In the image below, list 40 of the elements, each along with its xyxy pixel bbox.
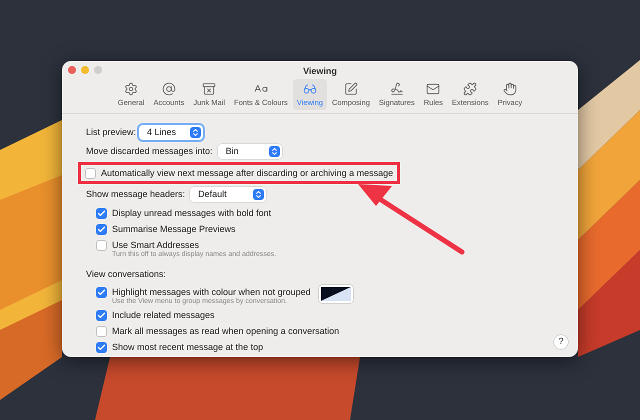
puzzle-icon <box>463 82 478 96</box>
checkbox[interactable] <box>96 342 107 354</box>
chevron-icon <box>190 126 202 138</box>
option-label: Include related messages <box>112 309 215 322</box>
hand-icon <box>502 82 517 96</box>
glasses-icon <box>302 82 317 96</box>
option-label: Summarise Message Previews <box>112 222 236 236</box>
gear-icon <box>124 82 138 96</box>
popup-button[interactable]: Default <box>190 187 266 202</box>
checkbox[interactable] <box>96 286 107 298</box>
option-label: Mark all messages as read when opening a conversation <box>112 325 340 338</box>
popup-button[interactable]: Bin <box>218 144 282 159</box>
option-label: Use Smart Addresses <box>112 238 200 250</box>
option-label: Show most recent message at the top <box>112 341 264 354</box>
chevron-icon <box>253 189 264 200</box>
list-preview-label: List preview: <box>86 126 136 139</box>
checkbox[interactable] <box>96 208 107 219</box>
window-title: Viewing <box>303 65 337 78</box>
swatch-colour-icon <box>320 287 351 302</box>
pencil-square-icon <box>344 82 358 96</box>
popup-button[interactable]: 4 Lines <box>139 124 204 140</box>
signature-icon <box>390 82 404 96</box>
option-label: Display unread messages with bold font <box>112 206 272 220</box>
checkbox[interactable] <box>96 224 107 235</box>
checkbox[interactable] <box>96 240 107 251</box>
conversations-label: View conversations: <box>86 268 167 281</box>
checkbox[interactable] <box>85 168 96 179</box>
close-button[interactable] <box>68 66 76 74</box>
chevron-icon <box>268 146 280 157</box>
trash-box-icon <box>202 82 216 96</box>
move-discarded-label: Move discarded messages into: <box>86 144 213 158</box>
checkbox[interactable] <box>96 310 107 322</box>
headers-label: Show message headers: <box>86 188 186 201</box>
checkbox[interactable] <box>96 326 107 338</box>
help-button[interactable]: ? <box>554 335 568 349</box>
colour-swatch[interactable] <box>318 285 353 304</box>
at-sign-icon <box>162 82 176 96</box>
option-label: Automatically view next message after discarding or archiving a message <box>101 166 394 180</box>
option-label: Highlight messages with colour when not grouped <box>112 286 311 298</box>
envelope-icon <box>426 82 440 96</box>
